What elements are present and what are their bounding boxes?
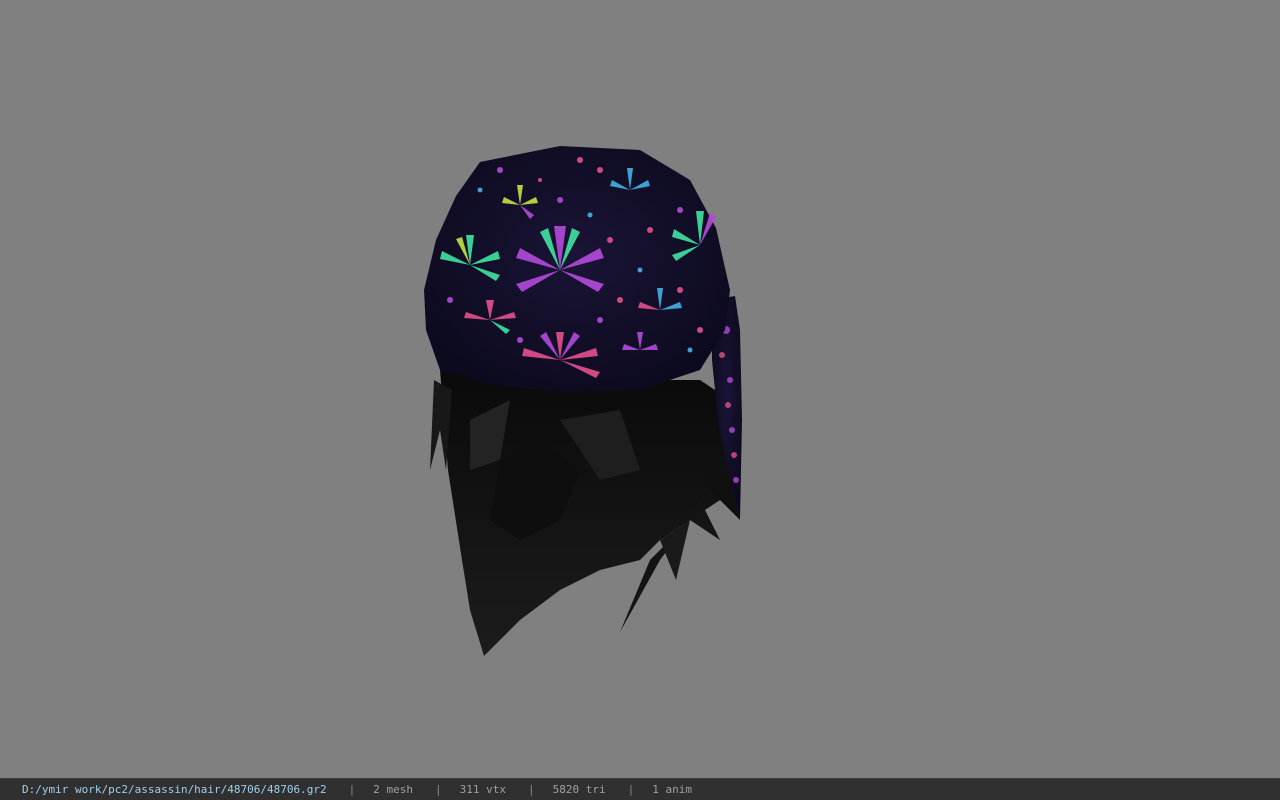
vertex-count: 311 vtx: [459, 783, 506, 796]
status-bar: D:/ymir work/pc2/assassin/hair/48706/487…: [0, 778, 1280, 800]
3d-viewport[interactable]: [0, 0, 1280, 778]
bandana-hair-model: [424, 146, 742, 656]
file-path: D:/ymir work/pc2/assassin/hair/48706/487…: [22, 783, 327, 796]
separator: |: [348, 783, 356, 796]
mesh-count: 2 mesh: [373, 783, 414, 796]
animation-count: 1 anim: [652, 783, 692, 796]
separator: |: [435, 783, 442, 796]
separator: |: [528, 783, 535, 796]
hair-mesh: [430, 370, 740, 656]
triangle-count: 5820 tri: [552, 783, 606, 796]
separator: |: [627, 783, 635, 796]
bandana-cap: [424, 146, 730, 392]
